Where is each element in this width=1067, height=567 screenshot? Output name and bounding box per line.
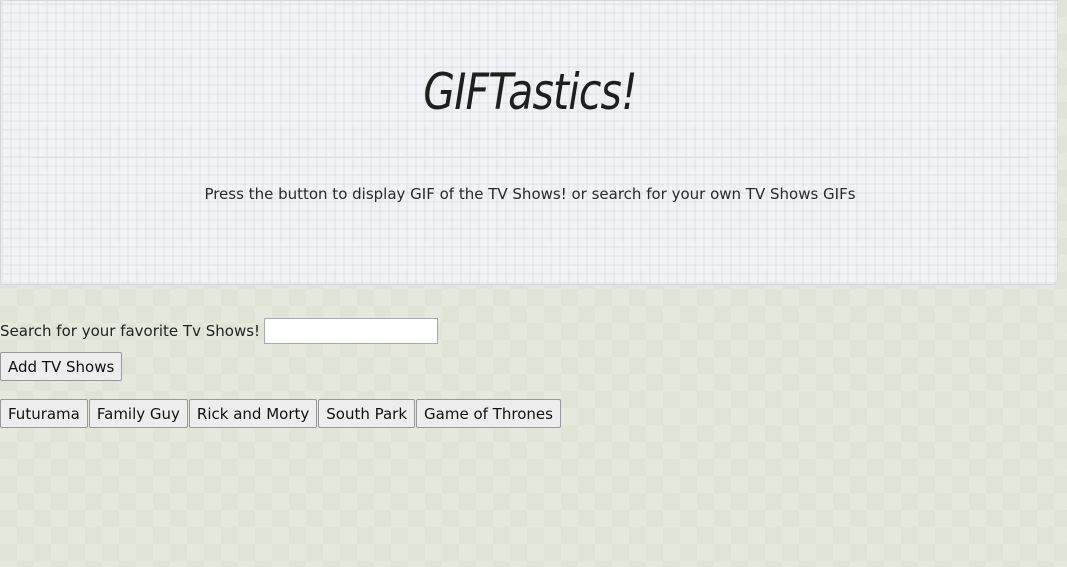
search-input[interactable] bbox=[264, 318, 439, 344]
search-row: Search for your favorite Tv Shows! bbox=[0, 318, 439, 344]
show-button-south-park[interactable]: South Park bbox=[318, 399, 416, 428]
add-tv-shows-button[interactable]: Add TV Shows bbox=[0, 352, 123, 381]
show-button-futurama[interactable]: Futurama bbox=[0, 399, 88, 428]
show-button-family-guy[interactable]: Family Guy bbox=[88, 399, 188, 428]
page-subtitle: Press the button to display GIF of the T… bbox=[204, 185, 856, 203]
header-jumbotron: GIFTastics! Press the button to display … bbox=[0, 0, 1058, 285]
show-buttons: Futurama Family Guy Rick and Morty South… bbox=[0, 399, 561, 428]
show-button-game-of-thrones[interactable]: Game of Thrones bbox=[416, 399, 561, 428]
search-label: Search for your favorite Tv Shows! bbox=[0, 322, 261, 340]
header-divider bbox=[33, 157, 1027, 158]
page-title: GIFTastics! bbox=[423, 63, 637, 121]
show-button-rick-and-morty[interactable]: Rick and Morty bbox=[188, 399, 318, 428]
